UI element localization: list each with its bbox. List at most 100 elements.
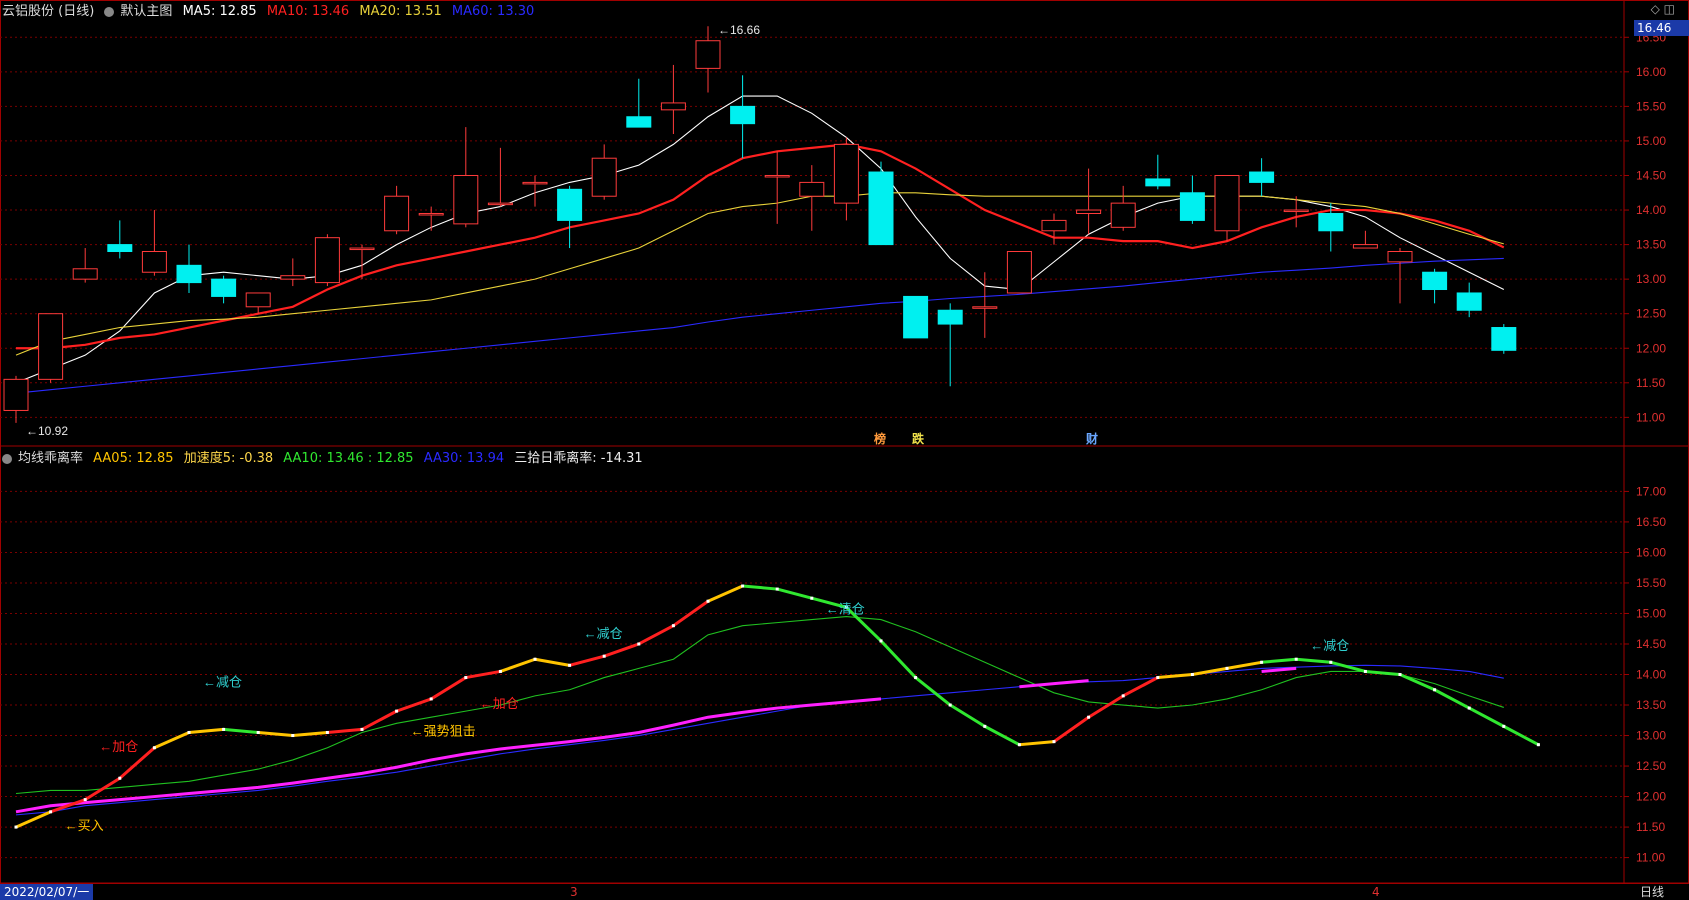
- aa30-label: AA30: 13.94: [423, 451, 505, 466]
- candle-body: [1352, 244, 1378, 249]
- sub-indicator-menu-icon[interactable]: [2, 453, 12, 464]
- aa05-point: [879, 639, 883, 643]
- event-marker-fall[interactable]: 跌: [912, 430, 924, 447]
- bias-axis-tick-label: 16.50: [1636, 515, 1666, 529]
- candle-body: [487, 202, 513, 206]
- candle-body: [903, 295, 929, 339]
- indicator-menu-icon[interactable]: [104, 6, 115, 17]
- candle-body: [660, 102, 686, 111]
- aa05-point: [187, 730, 191, 734]
- aa05-point: [49, 810, 53, 814]
- indicator-name[interactable]: 默认主图: [120, 4, 172, 19]
- aa05-segment: [533, 657, 572, 667]
- aa05-point: [568, 663, 572, 667]
- accel5-label: 加速度5: -0.38: [183, 451, 274, 466]
- aa10-label: AA10: 13.46 : 12.85: [283, 451, 414, 466]
- bias-axis-tick-label: 14.00: [1636, 668, 1666, 682]
- candle-body: [211, 278, 237, 297]
- period-label[interactable]: 日线: [1640, 884, 1664, 900]
- aa05-segment: [187, 727, 226, 734]
- aa05-segment: [1087, 694, 1125, 719]
- price-annotation: ←16.66: [718, 23, 760, 37]
- price-axis-tick-label: 15.00: [1636, 134, 1666, 148]
- candle-body: [314, 237, 340, 284]
- diamond-icon[interactable]: ◇: [1651, 2, 1660, 16]
- candle-body: [1006, 251, 1032, 294]
- price-axis-tick-label: 11.00: [1636, 410, 1665, 424]
- signal-label: ←减仓: [203, 675, 242, 690]
- candle-body: [1249, 171, 1275, 183]
- price-axis-tick-label: 14.50: [1636, 168, 1666, 182]
- candle-body: [1422, 271, 1448, 291]
- candle-body: [557, 188, 583, 221]
- aa05-point: [464, 676, 468, 680]
- month-label-4: 4: [1372, 885, 1380, 899]
- bias-axis-tick-label: 12.00: [1636, 790, 1666, 804]
- price-axis-tick-label: 13.50: [1636, 238, 1666, 252]
- aa05-point: [498, 669, 502, 673]
- aa05-point: [1294, 657, 1298, 661]
- aa05-segment: [498, 657, 537, 673]
- aa05-segment: [1225, 660, 1264, 670]
- line-trend-magenta: [1019, 679, 1089, 689]
- aa05-segment: [602, 642, 641, 658]
- window-controls: ◇ ◫: [1651, 2, 1675, 16]
- event-marker-rank[interactable]: 榜: [874, 430, 886, 447]
- price-axis-tick-label: 11.50: [1636, 376, 1665, 390]
- aa05-segment: [568, 654, 606, 667]
- aa05-point: [671, 624, 675, 628]
- candle-body: [1283, 209, 1309, 213]
- candle-body: [1179, 192, 1205, 221]
- aa05-segment: [879, 639, 918, 680]
- candle-body: [833, 143, 859, 204]
- aa05-segment: [1329, 660, 1367, 673]
- sub-indicator-name[interactable]: 均线乖离率: [18, 451, 83, 466]
- event-marker-finance[interactable]: 财: [1086, 430, 1098, 447]
- aa05-point: [637, 642, 641, 646]
- candle-body: [1214, 174, 1240, 232]
- aa05-point: [429, 697, 433, 701]
- aa05-segment: [914, 676, 952, 707]
- price-axis-tick-label: 12.00: [1636, 341, 1666, 355]
- candle-body: [349, 247, 375, 251]
- candle-body: [1145, 178, 1171, 187]
- signal-label: ←清仓: [826, 601, 865, 616]
- aa05-segment: [429, 676, 468, 701]
- price-axis-tick-label: 14.00: [1636, 203, 1666, 217]
- candle-body: [3, 378, 29, 411]
- signal-label: ←减仓: [584, 626, 623, 641]
- aa05-segment: [291, 730, 329, 738]
- ma60-label: MA60: 13.30: [451, 4, 535, 19]
- aa05-segment: [360, 709, 399, 731]
- ma5-label: MA5: 12.85: [182, 4, 257, 19]
- aa05-segment: [1467, 706, 1506, 728]
- candle-body: [730, 105, 756, 125]
- aa05-point: [775, 587, 779, 591]
- aa05-segment: [671, 599, 710, 628]
- aa05-point: [602, 654, 606, 658]
- candle-body: [453, 174, 479, 225]
- candle-body: [384, 195, 410, 232]
- aa05-point: [1121, 694, 1125, 698]
- aa05-segment: [1502, 724, 1540, 747]
- ma10-label: MA10: 13.46: [266, 4, 350, 19]
- aa05-segment: [706, 584, 745, 603]
- aa05-point: [325, 730, 329, 734]
- aa05-point: [1052, 740, 1056, 744]
- aa05-segment: [152, 730, 191, 750]
- bias-axis-tick-label: 12.50: [1636, 759, 1666, 773]
- candle-body: [245, 292, 271, 308]
- aa05-point: [1467, 706, 1471, 710]
- bias-axis-tick-label: 11.50: [1636, 820, 1665, 834]
- aa05-point: [1329, 660, 1333, 664]
- candle-body: [418, 212, 444, 216]
- aa05-segment: [775, 587, 814, 600]
- candle-body: [107, 244, 133, 253]
- aa05-segment: [256, 730, 295, 738]
- stock-title[interactable]: 云铝股份 (日线): [2, 4, 94, 19]
- aa05-point: [1017, 743, 1021, 747]
- restore-icon[interactable]: ◫: [1664, 2, 1675, 16]
- bias-axis-tick-label: 13.00: [1636, 729, 1666, 743]
- aa05-point: [14, 825, 18, 829]
- candle-body: [591, 157, 617, 197]
